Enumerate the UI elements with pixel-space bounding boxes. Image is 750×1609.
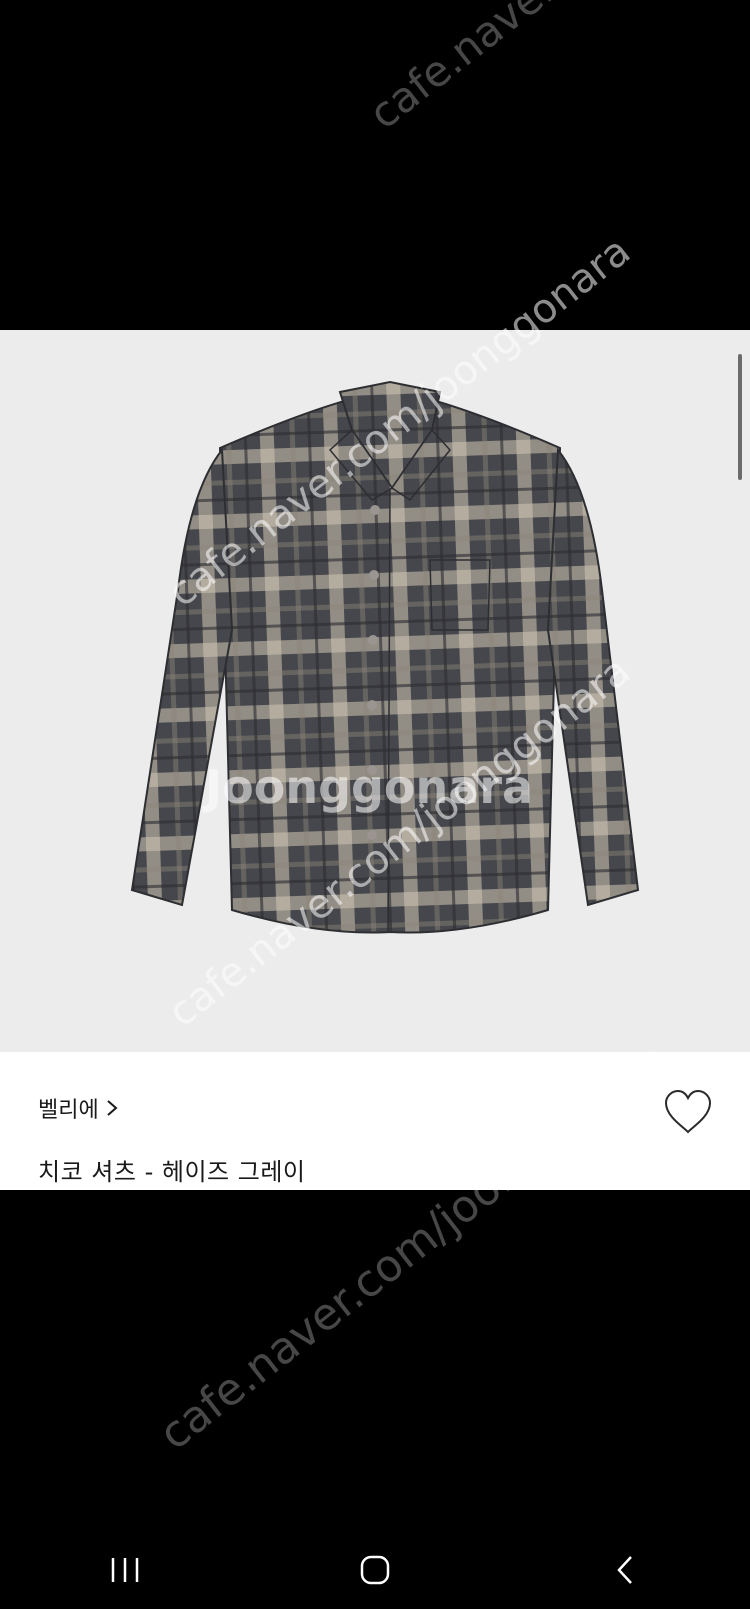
product-image	[0, 330, 750, 1052]
home-button[interactable]	[345, 1545, 405, 1595]
back-button[interactable]	[595, 1545, 655, 1595]
top-letterbox	[0, 0, 750, 330]
brand-name: 벨리에	[38, 1098, 99, 1123]
back-icon	[617, 1556, 632, 1584]
scrollbar-thumb[interactable]	[738, 354, 742, 480]
product-title: 치코 셔츠 - 헤이즈 그레이	[38, 1158, 306, 1186]
home-icon	[360, 1555, 390, 1585]
plaid-shirt-illustration	[130, 380, 640, 934]
recents-button[interactable]	[95, 1545, 155, 1595]
brand-link[interactable]: 벨리에	[38, 1092, 119, 1124]
recents-icon	[111, 1558, 139, 1582]
heart-outline-icon	[664, 1089, 712, 1134]
favorite-button[interactable]	[662, 1088, 714, 1136]
chevron-right-icon	[107, 1100, 118, 1116]
product-info-panel: 벨리에 치코 셔츠 - 헤이즈 그레이	[0, 1052, 750, 1190]
system-navigation-bar	[0, 1540, 750, 1600]
